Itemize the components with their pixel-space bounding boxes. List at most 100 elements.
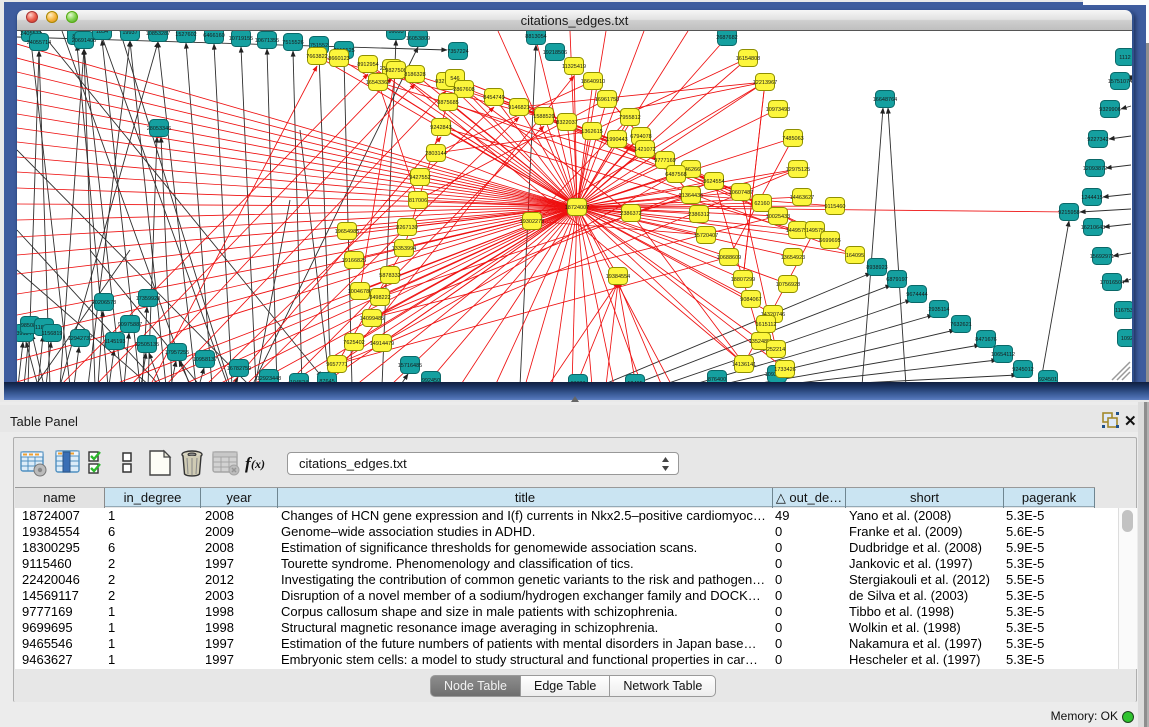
svg-text:19166825: 19166825 (342, 258, 366, 264)
svg-text:15716485: 15716485 (398, 363, 422, 369)
svg-text:8813054: 8813054 (525, 34, 546, 40)
svg-text:6466160: 6466160 (203, 33, 224, 39)
svg-text:13353994: 13353994 (392, 246, 416, 252)
svg-text:3624554: 3624554 (703, 179, 724, 185)
svg-text:7357224: 7357224 (447, 49, 468, 55)
svg-text:2386372: 2386372 (620, 211, 641, 217)
svg-text:12093872: 12093872 (1083, 166, 1107, 172)
svg-text:9245012: 9245012 (1012, 367, 1033, 373)
svg-text:8912954: 8912954 (357, 62, 378, 68)
svg-text:7955812: 7955812 (619, 115, 640, 121)
svg-text:2386312: 2386312 (688, 212, 709, 218)
svg-text:62160: 62160 (754, 201, 769, 207)
svg-text:8660123: 8660123 (328, 56, 349, 62)
svg-text:116753: 116753 (1115, 308, 1132, 314)
svg-text:12975125: 12975125 (786, 167, 810, 173)
svg-text:17957255: 17957255 (165, 350, 189, 356)
svg-text:13654923: 13654923 (781, 255, 805, 261)
svg-text:19218506: 19218506 (543, 50, 567, 56)
svg-text:19654985: 19654985 (335, 229, 359, 235)
svg-text:8322037: 8322037 (556, 120, 577, 126)
svg-text:16543362: 16543362 (366, 80, 390, 86)
svg-text:14463627: 14463627 (790, 195, 814, 201)
svg-text:2935114: 2935114 (928, 307, 949, 313)
svg-text:10973493: 10973493 (766, 107, 790, 113)
svg-text:1615112: 1615112 (755, 322, 776, 328)
svg-text:7632621: 7632621 (950, 322, 971, 328)
svg-text:7485063: 7485063 (782, 136, 803, 142)
svg-text:2867608: 2867608 (453, 87, 474, 93)
svg-text:12505135: 12505135 (135, 342, 159, 348)
svg-text:164095: 164095 (846, 253, 864, 259)
svg-text:16053: 16053 (388, 31, 403, 35)
svg-text:20691406: 20691406 (72, 38, 96, 44)
svg-text:20206578: 20206578 (92, 300, 116, 306)
svg-text:7515526: 7515526 (282, 40, 303, 46)
svg-text:17359928: 17359928 (136, 296, 160, 302)
svg-text:16053809: 16053809 (406, 36, 430, 42)
svg-text:10688609: 10688609 (717, 255, 741, 261)
svg-text:21364436: 21364436 (679, 193, 703, 199)
svg-text:7625402: 7625402 (343, 340, 364, 346)
svg-text:9674444: 9674444 (906, 292, 927, 298)
svg-text:1112: 1112 (1119, 55, 1130, 61)
svg-text:8938923: 8938923 (866, 265, 887, 271)
svg-text:1156819: 1156819 (41, 331, 62, 337)
svg-text:9242843: 9242843 (430, 125, 451, 131)
svg-text:8267130: 8267130 (396, 225, 417, 231)
svg-text:19302273: 19302273 (520, 219, 544, 225)
svg-text:2687682: 2687682 (716, 35, 737, 41)
svg-text:9084067: 9084067 (740, 297, 761, 303)
svg-text:15751074: 15751074 (1108, 79, 1132, 85)
svg-text:16648764: 16648764 (873, 97, 897, 103)
svg-text:10607487: 10607487 (729, 190, 753, 196)
svg-text:9215958: 9215958 (1058, 210, 1079, 216)
svg-text:5878332: 5878332 (379, 273, 400, 279)
svg-text:11325419: 11325419 (562, 64, 586, 70)
svg-text:9329906: 9329906 (1099, 107, 1120, 113)
svg-text:10958137: 10958137 (193, 357, 217, 363)
svg-text:1527602: 1527602 (175, 32, 196, 38)
svg-text:10719155: 10719155 (229, 36, 253, 42)
svg-text:18724007: 18724007 (565, 205, 589, 211)
svg-text:7663822: 7663822 (306, 54, 327, 60)
svg-text:(x): (x) (251, 457, 265, 471)
svg-text:8454749: 8454749 (483, 95, 504, 101)
svg-text:19937: 19937 (122, 31, 137, 36)
svg-text:12213967: 12213967 (753, 80, 777, 86)
svg-text:1244415: 1244415 (1081, 195, 1102, 201)
svg-text:24055714: 24055714 (27, 40, 51, 46)
svg-text:14136141: 14136141 (732, 362, 756, 368)
svg-text:16961758: 16961758 (595, 97, 619, 103)
svg-text:14914479: 14914479 (370, 341, 394, 347)
svg-text:6699695: 6699695 (819, 238, 840, 244)
svg-text:17016504: 17016504 (1100, 280, 1124, 286)
svg-text:16210643: 16210643 (1081, 225, 1105, 231)
svg-text:252214: 252214 (767, 347, 785, 353)
svg-text:1990443: 1990443 (606, 137, 627, 143)
svg-text:9777169: 9777169 (654, 158, 675, 164)
svg-text:1733426: 1733426 (774, 367, 795, 373)
svg-text:10025433: 10025433 (766, 214, 790, 220)
svg-text:6487568: 6487568 (665, 172, 686, 178)
svg-text:2803144: 2803144 (425, 151, 446, 157)
svg-text:1145193: 1145193 (104, 339, 125, 345)
svg-text:18807299: 18807299 (731, 277, 755, 283)
svg-text:8471676: 8471676 (975, 337, 996, 343)
svg-text:8186328: 8186328 (404, 72, 425, 78)
svg-text:9146821: 9146821 (508, 105, 529, 111)
svg-text:6879197: 6879197 (886, 277, 907, 283)
svg-text:10756928: 10756928 (776, 282, 800, 288)
svg-text:3875685: 3875685 (437, 100, 458, 106)
svg-text:1092: 1092 (1121, 336, 1132, 342)
svg-text:14099485: 14099485 (360, 316, 384, 322)
svg-text:10853287: 10853287 (146, 31, 170, 37)
svg-text:18640910: 18640910 (581, 79, 605, 85)
svg-text:1834: 1834 (96, 31, 108, 35)
svg-text:19384554: 19384554 (606, 274, 630, 280)
svg-text:28053346: 28053346 (147, 126, 171, 132)
svg-text:1588520: 1588520 (533, 114, 554, 120)
svg-text:15692971: 15692971 (1090, 254, 1114, 260)
svg-text:9227342: 9227342 (1087, 137, 1108, 143)
svg-text:12942737: 12942737 (68, 336, 92, 342)
